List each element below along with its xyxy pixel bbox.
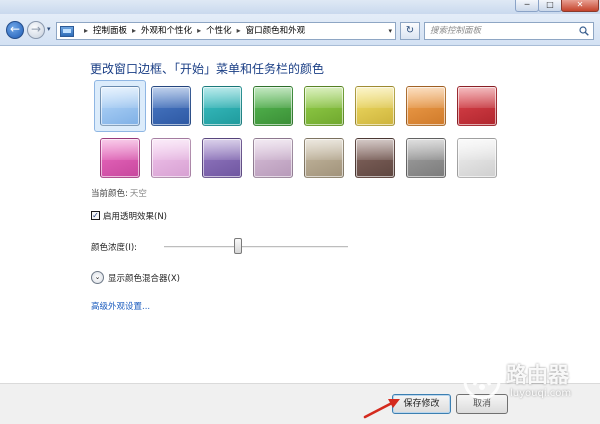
advanced-appearance-link[interactable]: 高级外观设置...: [91, 300, 150, 312]
navigation-bar: ← → ▾ ▸ 控制面板 ▸ 外观和个性化 ▸ 个性化 ▸ 窗口颜色和外观 ▾ ↻ 搜索控制面…: [0, 14, 600, 46]
color-swatch[interactable]: [100, 138, 140, 178]
color-intensity-slider-thumb[interactable]: [233, 238, 242, 254]
show-color-mixer-toggle[interactable]: 显示颜色混合器(X): [108, 272, 180, 284]
current-color: 当前颜色: 天空: [91, 187, 147, 199]
current-color-label: 当前颜色:: [91, 189, 128, 199]
search-input[interactable]: 搜索控制面板: [424, 22, 594, 40]
chevron-down-icon[interactable]: ⌄: [91, 271, 104, 284]
breadcrumb-personalization[interactable]: 个性化: [206, 26, 232, 36]
color-swatch[interactable]: [304, 138, 344, 178]
control-panel-icon: [60, 26, 74, 37]
color-swatch[interactable]: [202, 86, 242, 126]
color-swatch[interactable]: [304, 86, 344, 126]
maximize-button[interactable]: □: [538, 0, 562, 12]
page-title: 更改窗口边框、「开始」菜单和任务栏的颜色: [90, 62, 325, 76]
breadcrumb-separator-icon[interactable]: ▸: [84, 26, 88, 35]
forward-button[interactable]: →: [27, 21, 45, 39]
color-swatch[interactable]: [355, 86, 395, 126]
color-swatch[interactable]: [151, 86, 191, 126]
router-logo-icon: [463, 362, 501, 400]
color-swatch[interactable]: [253, 138, 293, 178]
search-placeholder: 搜索控制面板: [430, 26, 482, 36]
back-button[interactable]: ←: [6, 21, 24, 39]
search-icon[interactable]: [579, 26, 589, 36]
color-swatch[interactable]: [406, 138, 446, 178]
address-bar[interactable]: ▸ 控制面板 ▸ 外观和个性化 ▸ 个性化 ▸ 窗口颜色和外观 ▾: [56, 22, 396, 40]
address-dropdown-icon[interactable]: ▾: [388, 27, 392, 35]
color-swatch[interactable]: [202, 138, 242, 178]
color-intensity-label: 颜色浓度(I):: [91, 243, 138, 253]
recent-pages-dropdown[interactable]: ▾: [47, 25, 51, 33]
color-swatch[interactable]: [355, 138, 395, 178]
color-swatch[interactable]: [457, 86, 497, 126]
color-intensity-slider[interactable]: [164, 246, 348, 248]
minimize-button[interactable]: ─: [515, 0, 539, 12]
breadcrumb-separator-icon[interactable]: ▸: [197, 26, 201, 35]
site-watermark: 路由器 luyouqi.com: [462, 359, 592, 407]
current-color-value: 天空: [129, 189, 147, 199]
breadcrumb: ▸ 控制面板 ▸ 外观和个性化 ▸ 个性化 ▸ 窗口颜色和外观: [79, 23, 305, 39]
watermark-url: luyouqi.com: [510, 388, 572, 399]
refresh-button[interactable]: ↻: [400, 22, 420, 40]
color-swatch[interactable]: [100, 86, 140, 126]
color-swatch[interactable]: [151, 138, 191, 178]
breadcrumb-window-color[interactable]: 窗口颜色和外观: [246, 26, 306, 36]
breadcrumb-appearance[interactable]: 外观和个性化: [141, 26, 192, 36]
transparency-checkbox[interactable]: ✓: [91, 211, 100, 220]
transparency-label[interactable]: 启用透明效果(N): [103, 210, 167, 222]
content-area: 更改窗口边框、「开始」菜单和任务栏的颜色 当前颜色: 天空 ✓ 启用透明效果(N)…: [0, 47, 600, 383]
color-swatch[interactable]: [457, 138, 497, 178]
breadcrumb-separator-icon[interactable]: ▸: [132, 26, 136, 35]
breadcrumb-separator-icon[interactable]: ▸: [237, 26, 241, 35]
breadcrumb-control-panel[interactable]: 控制面板: [93, 26, 127, 36]
watermark-name: 路由器: [506, 363, 569, 387]
color-swatch[interactable]: [253, 86, 293, 126]
save-changes-button[interactable]: 保存修改: [392, 394, 451, 414]
close-button[interactable]: ✕: [561, 0, 599, 12]
title-bar: ─ □ ✕: [0, 0, 600, 14]
color-swatch[interactable]: [406, 86, 446, 126]
